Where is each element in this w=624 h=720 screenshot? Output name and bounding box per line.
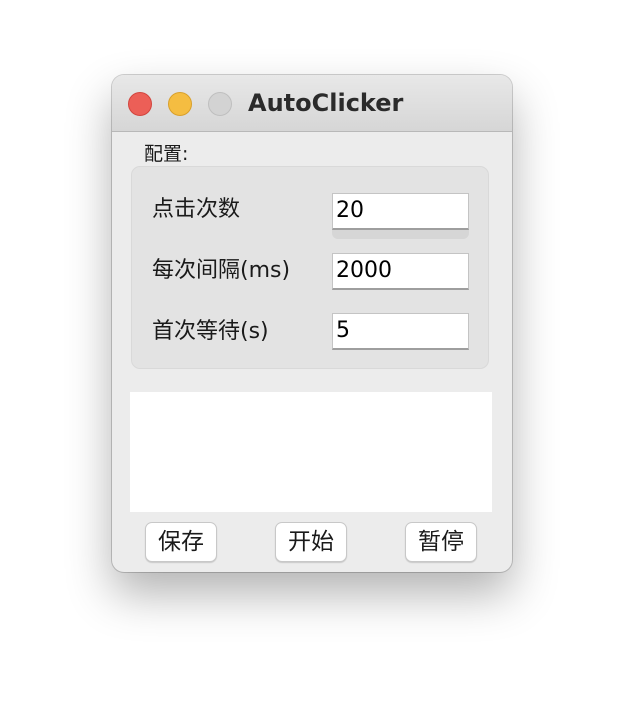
click-interval-label: 每次间隔(ms) <box>152 258 291 283</box>
start-button[interactable]: 开始 <box>275 522 347 562</box>
zoom-window-button[interactable] <box>208 92 232 116</box>
initial-delay-label: 首次等待(s) <box>152 319 269 344</box>
log-text-area[interactable] <box>130 392 492 512</box>
click-interval-input[interactable]: 2000 <box>332 253 469 290</box>
window-title: AutoClicker <box>248 89 404 117</box>
title-bar[interactable]: AutoClicker <box>112 75 512 132</box>
click-count-label: 点击次数 <box>152 197 241 222</box>
save-button[interactable]: 保存 <box>145 522 217 562</box>
minimize-window-button[interactable] <box>168 92 192 116</box>
close-window-button[interactable] <box>128 92 152 116</box>
autoclicker-window: AutoClicker 配置: 点击次数 20 每次间隔(ms) 2000 首次… <box>112 75 512 572</box>
pause-button[interactable]: 暂停 <box>405 522 477 562</box>
initial-delay-input[interactable]: 5 <box>332 313 469 350</box>
config-group-box: 点击次数 20 每次间隔(ms) 2000 首次等待(s) 5 <box>131 166 489 369</box>
config-section-label: 配置: <box>144 143 189 165</box>
click-count-input[interactable]: 20 <box>332 193 469 230</box>
